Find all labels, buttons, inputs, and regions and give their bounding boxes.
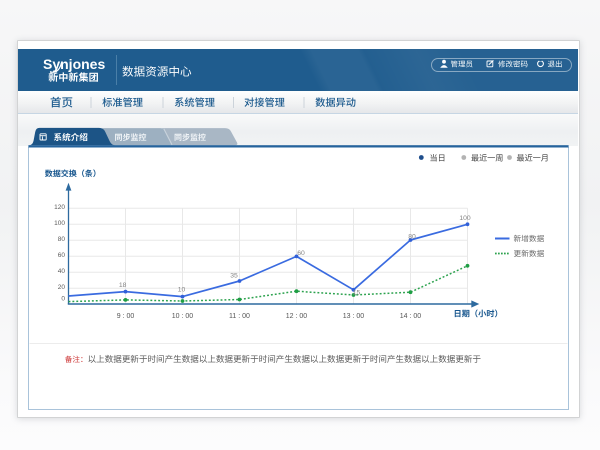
svg-text:13 : 00: 13 : 00 (343, 313, 365, 320)
svg-text:15: 15 (353, 289, 361, 296)
svg-text:60: 60 (58, 252, 66, 259)
svg-text:100: 100 (54, 220, 65, 227)
svg-text:14 : 00: 14 : 00 (400, 313, 422, 320)
svg-text:11 : 00: 11 : 00 (229, 313, 250, 320)
svg-text:100: 100 (459, 215, 471, 222)
svg-text:35: 35 (230, 273, 238, 280)
svg-text:120: 120 (54, 204, 65, 211)
svg-text:60: 60 (297, 250, 305, 257)
svg-text:80: 80 (408, 233, 416, 240)
svg-text:12 : 00: 12 : 00 (286, 313, 308, 320)
svg-text:10: 10 (178, 286, 186, 293)
svg-text:40: 40 (58, 268, 66, 275)
svg-text:20: 20 (58, 284, 66, 291)
svg-text:10 : 00: 10 : 00 (172, 313, 194, 320)
svg-text:80: 80 (58, 236, 66, 243)
svg-text:0: 0 (61, 296, 65, 303)
svg-text:18: 18 (119, 282, 127, 289)
svg-text:9 : 00: 9 : 00 (117, 313, 135, 320)
